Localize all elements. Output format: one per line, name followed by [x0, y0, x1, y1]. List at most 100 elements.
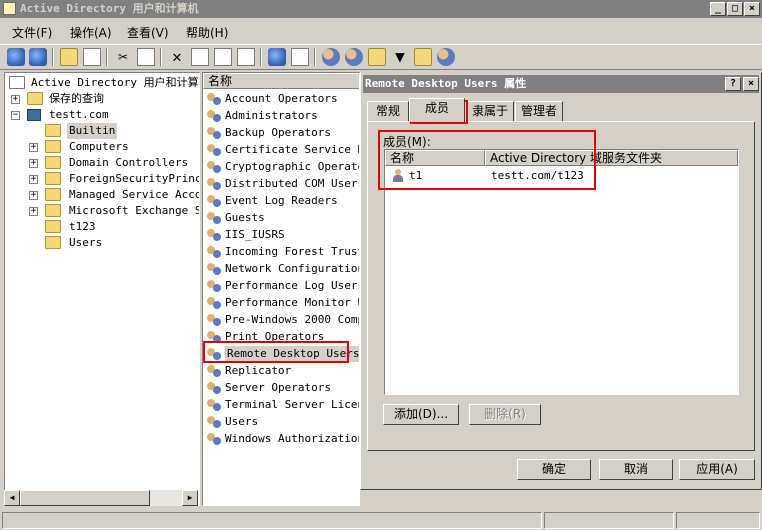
list-item[interactable]: Certificate Service DCOM — [207, 142, 359, 158]
tree-item-computers[interactable]: + Computers — [9, 139, 199, 155]
list-item-label: IIS_IUSRS — [225, 228, 285, 241]
tree-item-domain[interactable]: − testt.com — [9, 107, 199, 123]
dialog-close-button[interactable]: × — [743, 77, 759, 91]
scroll-thumb[interactable] — [20, 490, 150, 506]
tree-item-domain-controllers[interactable]: + Domain Controllers — [9, 155, 199, 171]
tab-general[interactable]: 常规 — [367, 101, 409, 121]
close-button[interactable]: × — [744, 2, 760, 16]
remove-member-button[interactable]: 删除(R) — [469, 404, 541, 425]
list-item[interactable]: Event Log Readers — [207, 193, 359, 209]
status-bar — [0, 510, 762, 530]
cancel-button[interactable]: 取消 — [599, 459, 673, 480]
status-cell — [2, 512, 542, 529]
tree-pane: Active Directory 用户和计算机 + 保存的查询 − testt.… — [4, 72, 200, 506]
list-item[interactable]: Administrators — [207, 108, 359, 124]
window-title-bar[interactable]: Active Directory 用户和计算机 _ □ × — [0, 0, 762, 18]
menu-view[interactable]: 查看(V) — [127, 24, 169, 41]
help-button[interactable]: ? — [725, 77, 741, 91]
maximize-button[interactable]: □ — [727, 2, 743, 16]
properties-icon[interactable] — [191, 48, 209, 66]
find-icon[interactable] — [414, 48, 432, 66]
tree-item-t123[interactable]: t123 — [9, 219, 199, 235]
tree-item-exchange[interactable]: + Microsoft Exchange Security — [9, 203, 199, 219]
list-item[interactable]: Performance Log Users — [207, 278, 359, 294]
list-item-label: Account Operators — [225, 92, 338, 105]
up-folder-icon[interactable] — [60, 48, 78, 66]
expand-icon[interactable]: + — [29, 207, 38, 216]
status-cell — [544, 512, 674, 529]
apply-button[interactable]: 应用(A) — [679, 459, 755, 480]
menu-bar: 文件(F) 操作(A) 查看(V) 帮助(H) — [0, 20, 762, 42]
list-item-label: Terminal Server License — [225, 398, 359, 411]
group-icon — [207, 279, 223, 293]
tab-members[interactable]: 成员 — [409, 98, 465, 122]
list-item[interactable]: Performance Monitor Users — [207, 295, 359, 311]
tab-managed-by[interactable]: 管理者 — [515, 101, 563, 121]
menu-file[interactable]: 文件(F) — [12, 24, 52, 41]
expand-icon[interactable]: + — [29, 143, 38, 152]
expand-icon[interactable]: + — [29, 159, 38, 168]
filter-icon[interactable]: ▼ — [391, 48, 409, 66]
column-header-name[interactable]: 名称 — [203, 73, 359, 89]
tree-item-builtin[interactable]: Builtin — [9, 123, 199, 139]
list-item[interactable]: Pre-Windows 2000 Compatible — [207, 312, 359, 328]
scroll-left-icon[interactable]: ◀ — [4, 490, 20, 506]
folder-icon — [27, 92, 43, 105]
group-icon — [207, 177, 223, 191]
scroll-right-icon[interactable]: ▶ — [182, 490, 198, 506]
show-hide-tree-icon[interactable] — [83, 48, 101, 66]
minimize-button[interactable]: _ — [710, 2, 726, 16]
ok-button[interactable]: 确定 — [517, 459, 591, 480]
expand-icon[interactable]: + — [29, 191, 38, 200]
copy-icon[interactable] — [137, 48, 155, 66]
add-to-group-icon[interactable] — [437, 48, 455, 66]
folder-icon — [45, 188, 61, 201]
tree-item-users[interactable]: Users — [9, 235, 199, 251]
add-member-button[interactable]: 添加(D)... — [383, 404, 459, 425]
list-item-label: Certificate Service DCOM — [225, 143, 359, 156]
list-item-label: Administrators — [225, 109, 318, 122]
toolbar: ✂ ✕ ▼ — [0, 44, 762, 70]
list-item[interactable]: Windows Authorization Access — [207, 431, 359, 447]
list-item-label: Replicator — [225, 364, 292, 377]
expand-icon[interactable]: + — [11, 95, 20, 104]
tab-member-of[interactable]: 隶属于 — [466, 101, 514, 121]
list-item[interactable]: Backup Operators — [207, 125, 359, 141]
list-item[interactable]: Account Operators — [207, 91, 359, 107]
tree-item-saved-queries[interactable]: + 保存的查询 — [9, 91, 199, 107]
menu-action[interactable]: 操作(A) — [70, 24, 112, 41]
list-item[interactable]: Cryptographic Operators — [207, 159, 359, 175]
new-user-icon[interactable] — [322, 48, 340, 66]
export-list-icon[interactable] — [237, 48, 255, 66]
list-item-label: Users — [225, 415, 259, 428]
group-icon — [207, 262, 223, 276]
new-ou-icon[interactable] — [368, 48, 386, 66]
list-item[interactable]: Distributed COM Users — [207, 176, 359, 192]
list-item[interactable]: Guests — [207, 210, 359, 226]
tree-item-foreign-security[interactable]: + ForeignSecurityPrincipals — [9, 171, 199, 187]
group-icon — [207, 381, 223, 395]
list-item[interactable]: Server Operators — [207, 380, 359, 396]
menu-help[interactable]: 帮助(H) — [186, 24, 228, 41]
dialog-title-bar[interactable]: Remote Desktop Users 属性 ? × — [363, 75, 759, 93]
tree-horizontal-scrollbar[interactable]: ◀ ▶ — [4, 490, 198, 506]
list-item[interactable]: Incoming Forest Trust Builders — [207, 244, 359, 260]
group-icon — [207, 432, 223, 446]
list-item[interactable]: IIS_IUSRS — [207, 227, 359, 243]
cut-icon[interactable]: ✂ — [114, 48, 132, 66]
expand-icon[interactable]: + — [29, 175, 38, 184]
list-item[interactable]: Replicator — [207, 363, 359, 379]
refresh-icon[interactable] — [214, 48, 232, 66]
forward-arrow-icon[interactable] — [29, 48, 47, 66]
list-item[interactable]: Terminal Server License — [207, 397, 359, 413]
collapse-icon[interactable]: − — [11, 111, 20, 120]
list-item[interactable]: Network Configuration Operators — [207, 261, 359, 277]
new-group-icon[interactable] — [345, 48, 363, 66]
group-icon — [207, 313, 223, 327]
console-icon[interactable] — [291, 48, 309, 66]
back-arrow-icon[interactable] — [7, 48, 25, 66]
tree-item-managed-service[interactable]: + Managed Service Accounts — [9, 187, 199, 203]
delete-icon[interactable]: ✕ — [168, 48, 186, 66]
help-icon[interactable] — [268, 48, 286, 66]
list-item[interactable]: Users — [207, 414, 359, 430]
